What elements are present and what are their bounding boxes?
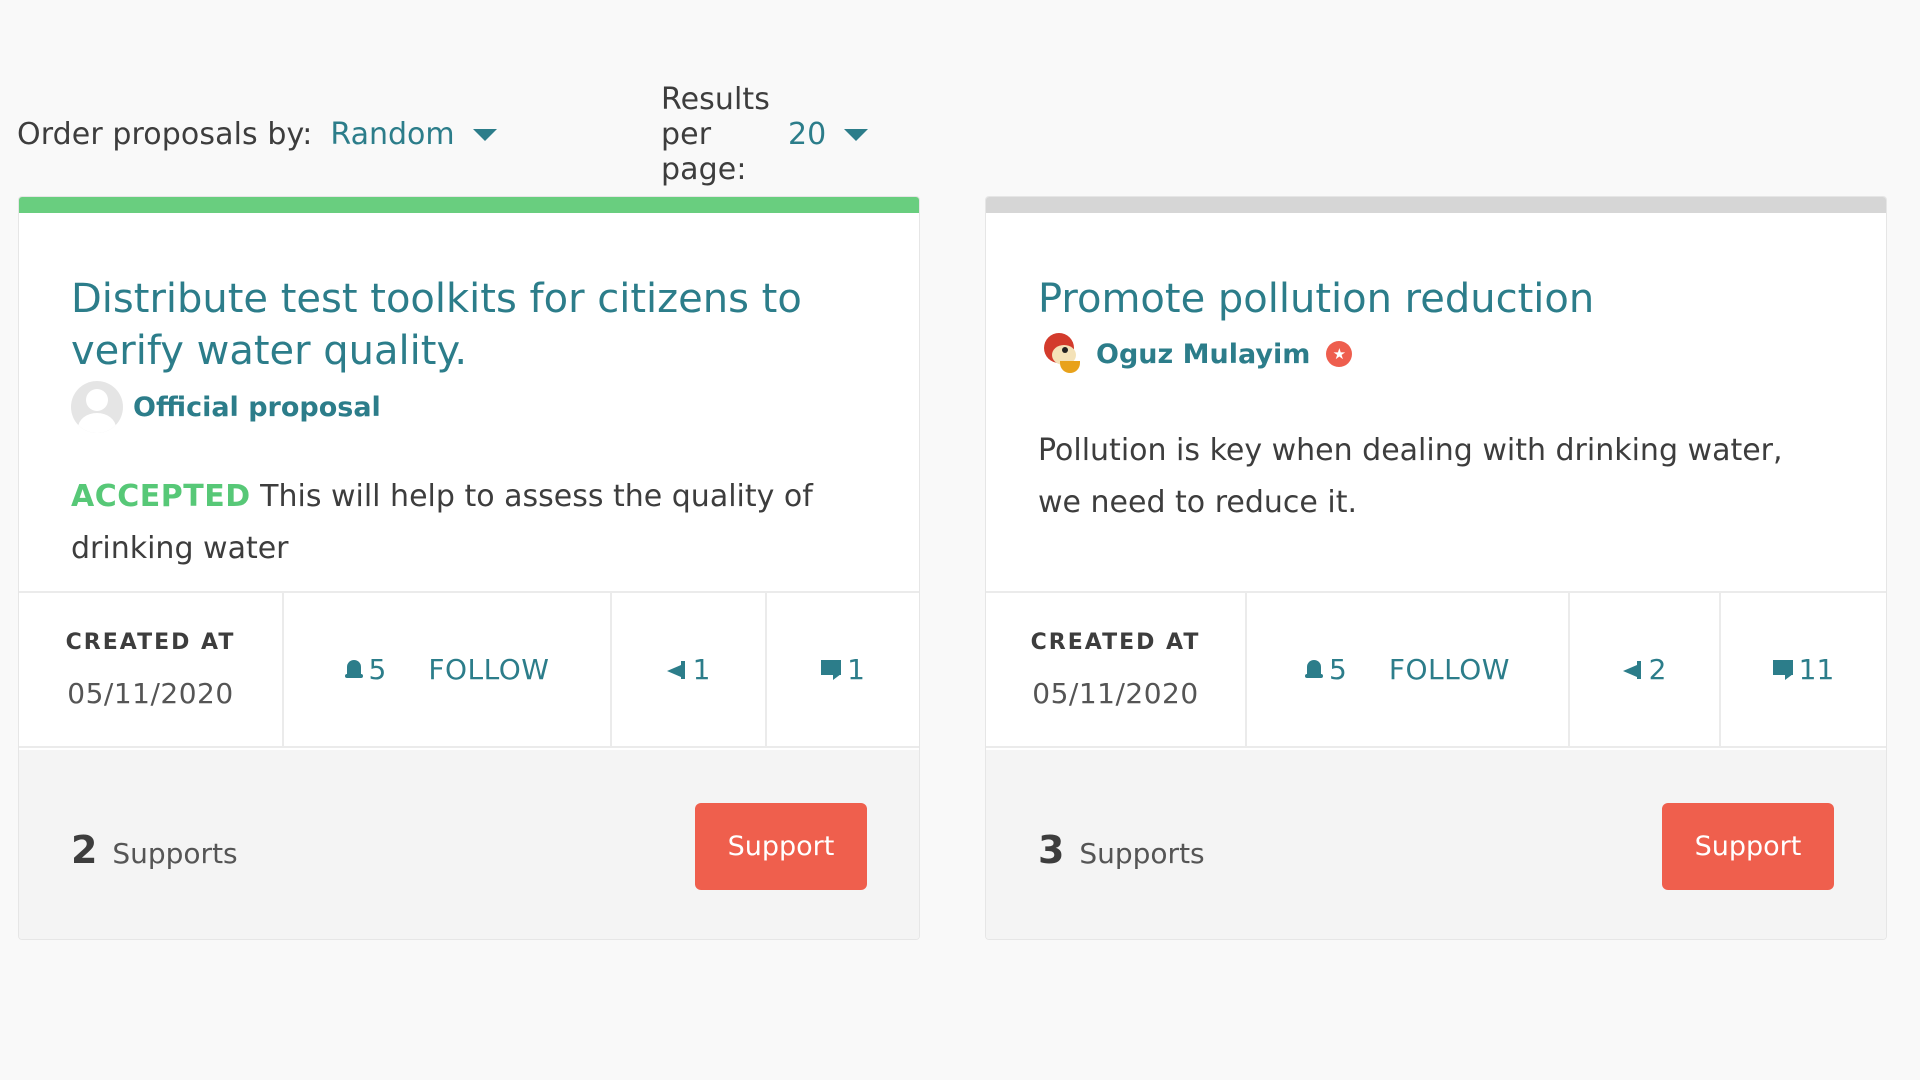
avatar	[71, 381, 123, 433]
support-footer: 3 Supports Support	[986, 750, 1886, 939]
support-button[interactable]: Support	[695, 803, 867, 890]
comments-cell[interactable]: 1	[767, 593, 919, 746]
proposal-title[interactable]: Distribute test toolkits for citizens to…	[71, 273, 859, 377]
support-footer: 2 Supports Support	[19, 750, 919, 939]
description-text: Pollution is key when dealing with drink…	[1038, 433, 1783, 520]
created-label: CREATED AT	[1030, 629, 1201, 655]
bell-icon	[1305, 659, 1324, 680]
author-row: Oguz Mulayim ★	[1038, 331, 1353, 377]
stats-row: CREATED AT 05/11/2020 5 FOLLOW 2 11	[986, 591, 1886, 748]
megaphone-icon	[1622, 660, 1643, 679]
stats-row: CREATED AT 05/11/2020 5 FOLLOW 1 1	[19, 591, 919, 748]
created-at-cell: CREATED AT 05/11/2020	[986, 593, 1247, 746]
verified-badge-icon: ★	[1326, 341, 1353, 367]
endorsements-count: 2	[1648, 653, 1667, 686]
proposal-description: ACCEPTED This will help to assess the qu…	[71, 471, 859, 575]
proposal-card: Promote pollution reduction Oguz Mulayim…	[985, 196, 1887, 940]
supports-number: 3	[1038, 828, 1065, 872]
status-bar	[19, 197, 919, 213]
author-row: Official proposal	[71, 381, 381, 433]
avatar	[1038, 331, 1084, 377]
proposal-card: Distribute test toolkits for citizens to…	[18, 196, 920, 940]
per-page-dropdown[interactable]: 20	[788, 117, 826, 152]
follow-button[interactable]: FOLLOW	[428, 653, 549, 686]
proposal-description: Pollution is key when dealing with drink…	[1038, 425, 1826, 529]
endorsements-count: 1	[692, 653, 711, 686]
comments-count: 1	[847, 653, 865, 686]
megaphone-icon	[666, 660, 687, 679]
order-filter: Order proposals by: Random	[17, 117, 497, 152]
follow-cell: 5 FOLLOW	[284, 593, 612, 746]
endorsements-cell[interactable]: 1	[612, 593, 767, 746]
proposal-title[interactable]: Promote pollution reduction	[1038, 273, 1826, 325]
supports-label: Supports	[112, 837, 238, 870]
proposal-filters: Order proposals by: Random Results per p…	[17, 82, 869, 187]
per-page-filter: Results per page: 20	[661, 81, 869, 187]
created-date: 05/11/2020	[67, 676, 234, 710]
comment-icon	[821, 659, 842, 680]
caret-down-icon[interactable]	[844, 129, 869, 141]
follow-button[interactable]: FOLLOW	[1389, 653, 1510, 686]
supports-number: 2	[71, 828, 98, 872]
comments-count: 11	[1798, 653, 1835, 686]
created-at-cell: CREATED AT 05/11/2020	[19, 593, 284, 746]
caret-down-icon[interactable]	[472, 129, 497, 141]
order-label: Order proposals by:	[17, 116, 313, 152]
supports-count: 2 Supports	[71, 828, 238, 872]
per-page-label: Results per page:	[661, 81, 771, 187]
endorsements-cell[interactable]: 2	[1570, 593, 1721, 746]
support-button[interactable]: Support	[1662, 803, 1834, 890]
comment-icon	[1772, 659, 1793, 680]
follow-cell: 5 FOLLOW	[1247, 593, 1570, 746]
created-label: CREATED AT	[65, 629, 236, 655]
followers-count: 5	[1329, 653, 1347, 686]
status-badge: ACCEPTED	[71, 479, 251, 514]
order-dropdown[interactable]: Random	[330, 117, 454, 152]
followers-count: 5	[368, 653, 387, 686]
author-name[interactable]: Oguz Mulayim	[1096, 339, 1310, 370]
bell-icon	[344, 659, 363, 680]
comments-cell[interactable]: 11	[1721, 593, 1886, 746]
created-date: 05/11/2020	[1032, 676, 1199, 710]
status-bar	[986, 197, 1886, 213]
supports-count: 3 Supports	[1038, 828, 1205, 872]
author-name[interactable]: Official proposal	[133, 392, 381, 423]
supports-label: Supports	[1079, 837, 1205, 870]
